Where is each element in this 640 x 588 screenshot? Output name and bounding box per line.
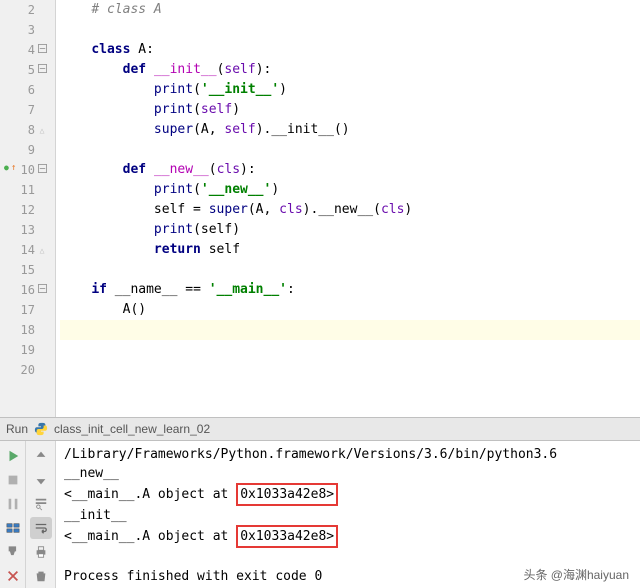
gutter-row: 11 [0, 180, 55, 200]
fold-icon[interactable] [38, 64, 47, 76]
line-number: 8 [15, 123, 35, 137]
code-line[interactable]: def __new__(cls): [60, 160, 640, 180]
line-number: 16 [15, 283, 35, 297]
gutter-row: 19 [0, 340, 55, 360]
console-line: __new__ [64, 464, 632, 483]
console-line: /Library/Frameworks/Python.framework/Ver… [64, 445, 632, 464]
code-line[interactable]: if __name__ == '__main__': [60, 280, 640, 300]
gutter-row: 13 [0, 220, 55, 240]
gutter-row: 4 [0, 40, 55, 60]
run-toolbar-left [0, 441, 26, 588]
layout-button[interactable] [2, 517, 24, 539]
line-number: 3 [15, 23, 35, 37]
console-line: <__main__.A object at 0x1033a42e8> [64, 525, 632, 548]
gutter-row: 6 [0, 80, 55, 100]
code-line[interactable]: return self [60, 240, 640, 260]
python-icon [34, 422, 48, 436]
code-line[interactable]: print('__new__') [60, 180, 640, 200]
code-line[interactable] [60, 140, 640, 160]
code-line[interactable] [60, 20, 640, 40]
watermark: 头条 @海渊haiyuan [520, 565, 632, 584]
code-line[interactable]: print('__init__') [60, 80, 640, 100]
run-toolbar-右 [26, 441, 56, 588]
line-number: 6 [15, 83, 35, 97]
line-number: 20 [15, 363, 35, 377]
line-number: 2 [15, 3, 35, 17]
trash-button[interactable] [30, 565, 52, 587]
line-number: 7 [15, 103, 35, 117]
fold-icon[interactable] [38, 164, 47, 176]
print-button[interactable] [30, 541, 52, 563]
filter-button[interactable] [30, 493, 52, 515]
run-tool-window-header: Run class_init_cell_new_learn_02 [0, 417, 640, 441]
gutter-row: 16 [0, 280, 55, 300]
code-editor: 2345678△91011121314△151617181920 # class… [0, 0, 640, 417]
stop-button[interactable] [2, 469, 24, 491]
pause-button[interactable] [2, 493, 24, 515]
line-number: 5 [15, 63, 35, 77]
code-line[interactable] [60, 260, 640, 280]
gutter-row: 18 [0, 320, 55, 340]
code-line[interactable]: print(self) [60, 220, 640, 240]
down-button[interactable] [30, 469, 52, 491]
gutter-row: 2 [0, 0, 55, 20]
memory-address-highlight: 0x1033a42e8> [236, 483, 338, 506]
run-label: Run [6, 422, 28, 436]
line-number: 14 [15, 243, 35, 257]
line-number: 4 [15, 43, 35, 57]
gutter-row: 7 [0, 100, 55, 120]
code-line[interactable] [60, 360, 640, 380]
gutter-row: 5 [0, 60, 55, 80]
run-marker-icon[interactable] [4, 165, 14, 175]
code-line[interactable]: A() [60, 300, 640, 320]
up-button[interactable] [30, 445, 52, 467]
code-line[interactable]: class A: [60, 40, 640, 60]
code-line[interactable]: # class A [60, 0, 640, 20]
fold-end-icon[interactable]: △ [40, 126, 45, 135]
line-number: 15 [15, 263, 35, 277]
run-config-name: class_init_cell_new_learn_02 [54, 422, 210, 436]
code-line[interactable]: def __init__(self): [60, 60, 640, 80]
pin-button[interactable] [2, 541, 24, 563]
line-number: 17 [15, 303, 35, 317]
code-line[interactable]: self = super(A, cls).__new__(cls) [60, 200, 640, 220]
gutter-row: 9 [0, 140, 55, 160]
code-line[interactable]: super(A, self).__init__() [60, 120, 640, 140]
fold-icon[interactable] [38, 44, 47, 56]
console-line: __init__ [64, 506, 632, 525]
gutter-row: 3 [0, 20, 55, 40]
line-number: 19 [15, 343, 35, 357]
console-line: <__main__.A object at 0x1033a42e8> [64, 483, 632, 506]
gutter-row: 20 [0, 360, 55, 380]
editor-gutter: 2345678△91011121314△151617181920 [0, 0, 56, 417]
code-line[interactable] [60, 320, 640, 340]
code-area[interactable]: # class A class A: def __init__(self): p… [56, 0, 640, 417]
code-line[interactable]: print(self) [60, 100, 640, 120]
gutter-row: 17 [0, 300, 55, 320]
close-button[interactable] [2, 565, 24, 587]
soft-wrap-button[interactable] [30, 517, 52, 539]
line-number: 12 [15, 203, 35, 217]
gutter-row: 8△ [0, 120, 55, 140]
gutter-row: 10 [0, 160, 55, 180]
rerun-button[interactable] [2, 445, 24, 467]
line-number: 10 [15, 163, 35, 177]
gutter-row: 12 [0, 200, 55, 220]
line-number: 18 [15, 323, 35, 337]
line-number: 11 [15, 183, 35, 197]
gutter-row: 15 [0, 260, 55, 280]
gutter-row: 14 △ [0, 240, 55, 260]
fold-end-icon[interactable]: △ [40, 246, 45, 255]
fold-icon[interactable] [38, 284, 47, 296]
code-line[interactable] [60, 340, 640, 360]
line-number: 9 [15, 143, 35, 157]
memory-address-highlight: 0x1033a42e8> [236, 525, 338, 548]
line-number: 13 [15, 223, 35, 237]
